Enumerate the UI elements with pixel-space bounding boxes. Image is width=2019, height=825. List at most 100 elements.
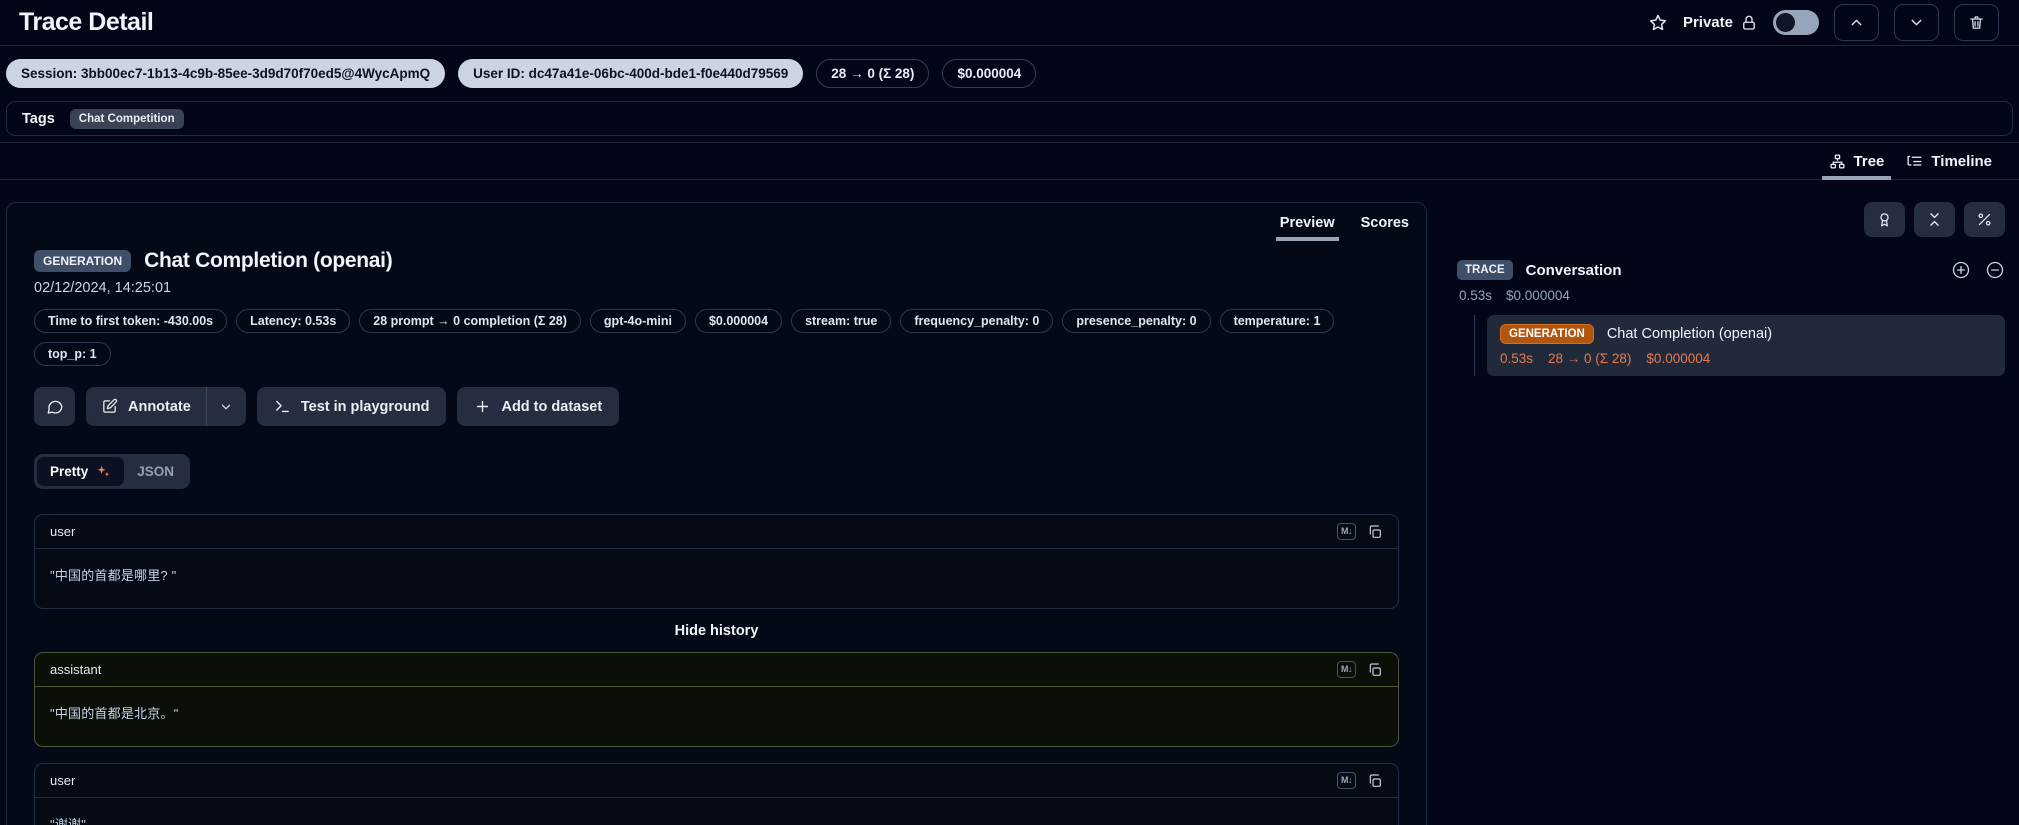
dataset-label: Add to dataset <box>501 399 602 415</box>
tab-tree[interactable]: Tree <box>1818 143 1896 179</box>
terminal-icon <box>274 398 291 415</box>
session-badge[interactable]: Session: 3bb00ec7-1b13-4c9b-85ee-3d9d70f… <box>6 59 445 88</box>
annotate-dropdown-button[interactable] <box>207 387 246 426</box>
cost-badge: $0.000004 <box>942 59 1036 88</box>
metric-pill: 28 prompt → 0 completion (Σ 28) <box>359 309 581 333</box>
metric-pill: Latency: 0.53s <box>236 309 350 333</box>
next-trace-button[interactable] <box>1894 4 1939 41</box>
tags-container: Tags Chat Competition <box>6 101 2013 136</box>
metric-pill: temperature: 1 <box>1220 309 1335 333</box>
message-header-icons: M↓ <box>1337 523 1383 540</box>
format-json-segment[interactable]: JSON <box>124 457 187 486</box>
message-header: assistant M↓ <box>35 653 1398 687</box>
token-usage-badge: 28 → 0 (Σ 28) <box>816 59 929 88</box>
metric-pill: Time to first token: -430.00s <box>34 309 227 333</box>
content-area: Preview Scores GENERATION Chat Completio… <box>0 180 2019 825</box>
test-in-playground-button[interactable]: Test in playground <box>257 387 447 426</box>
message-header: user M↓ <box>35 764 1398 798</box>
generation-tokens: 28 → 0 (Σ 28) <box>1548 351 1631 366</box>
tree-toolbar <box>1457 202 2005 237</box>
metric-pill: stream: true <box>791 309 891 333</box>
pen-square-icon <box>101 398 118 415</box>
toggle-percentages-button[interactable] <box>1964 202 2005 237</box>
message-content: "中国的首都是哪里? " <box>35 549 1398 608</box>
message-role: user <box>50 524 75 539</box>
bookmark-star-icon[interactable] <box>1648 13 1668 33</box>
view-tabs: Tree Timeline <box>0 142 2019 180</box>
sparkles-icon <box>96 464 111 479</box>
observation-header: GENERATION Chat Completion (openai) <box>34 249 1399 273</box>
markdown-toggle-icon[interactable]: M↓ <box>1337 661 1356 678</box>
tab-scores[interactable]: Scores <box>1348 204 1422 241</box>
trace-latency: 0.53s <box>1459 288 1492 303</box>
format-pretty-segment[interactable]: Pretty <box>37 457 124 486</box>
message-content: "谢谢" <box>35 798 1398 825</box>
generation-cost: $0.000004 <box>1646 351 1710 366</box>
tab-preview[interactable]: Preview <box>1267 204 1348 241</box>
message-header-icons: M↓ <box>1337 772 1383 789</box>
preview-tabs: Preview Scores <box>7 203 1426 241</box>
generation-latency: 0.53s <box>1500 351 1533 366</box>
toggle-knob <box>1776 13 1795 32</box>
trace-type-badge: TRACE <box>1457 260 1513 280</box>
circle-plus-icon[interactable] <box>1951 260 1971 280</box>
meta-badges-row: Session: 3bb00ec7-1b13-4c9b-85ee-3d9d70f… <box>0 46 2019 99</box>
generation-node-header: GENERATION Chat Completion (openai) <box>1500 324 1992 344</box>
page-title: Trace Detail <box>19 8 153 37</box>
chevron-down-icon <box>1908 14 1925 31</box>
delete-trace-button[interactable] <box>1954 4 1999 41</box>
chat-bubble-icon <box>46 398 64 416</box>
message-card: user M↓ "中国的首都是哪里? " <box>34 514 1399 609</box>
message-card: user M↓ "谢谢" <box>34 763 1399 825</box>
metric-pills: Time to first token: -430.00s Latency: 0.… <box>34 309 1364 366</box>
metric-pill: gpt-4o-mini <box>590 309 686 333</box>
tree-node-generation-selected[interactable]: GENERATION Chat Completion (openai) 0.53… <box>1487 315 2005 376</box>
metric-pill: $0.000004 <box>695 309 782 333</box>
comments-button[interactable] <box>34 387 75 426</box>
add-to-dataset-button[interactable]: Add to dataset <box>457 387 619 426</box>
user-id-badge[interactable]: User ID: dc47a41e-06bc-400d-bde1-f0e440d… <box>458 59 803 88</box>
generation-type-badge: GENERATION <box>34 250 131 272</box>
lock-icon <box>1740 14 1758 32</box>
annotate-button[interactable]: Annotate <box>86 387 206 426</box>
trace-node-actions <box>1951 260 2005 280</box>
metric-pill: top_p: 1 <box>34 342 111 366</box>
metric-pill: frequency_penalty: 0 <box>900 309 1053 333</box>
tag-pill[interactable]: Chat Competition <box>70 109 184 129</box>
tree-icon <box>1829 153 1846 170</box>
tab-timeline[interactable]: Timeline <box>1895 143 2003 179</box>
copy-icon[interactable] <box>1367 524 1383 540</box>
observation-preview-card: Preview Scores GENERATION Chat Completio… <box>6 202 1427 825</box>
privacy-label: Private <box>1683 14 1733 31</box>
message-role: user <box>50 773 75 788</box>
trace-metrics: 0.53s $0.000004 <box>1457 288 2005 303</box>
observation-timestamp: 02/12/2024, 14:25:01 <box>34 280 1399 296</box>
generation-node-title: Chat Completion (openai) <box>1607 326 1772 342</box>
message-card: assistant M↓ "中国的首都是北京。" <box>34 652 1399 747</box>
trace-tree-panel: TRACE Conversation 0.53s $0.000004 GENER… <box>1457 202 2009 376</box>
top-bar: Trace Detail Private <box>0 0 2019 46</box>
circle-minus-icon[interactable] <box>1985 260 2005 280</box>
tab-tree-label: Tree <box>1854 153 1885 170</box>
tags-list: Chat Competition <box>70 109 184 129</box>
percent-icon <box>1976 211 1993 228</box>
message-header-icons: M↓ <box>1337 661 1383 678</box>
collapse-all-button[interactable] <box>1914 202 1955 237</box>
previous-trace-button[interactable] <box>1834 4 1879 41</box>
trash-icon <box>1968 14 1985 31</box>
copy-icon[interactable] <box>1367 662 1383 678</box>
toggle-scores-button[interactable] <box>1864 202 1905 237</box>
messages-list: user M↓ "中国的首都是哪里? " Hide history assist… <box>34 514 1399 825</box>
tree-node-trace[interactable]: TRACE Conversation <box>1457 260 2005 280</box>
privacy-control: Private <box>1683 14 1758 32</box>
markdown-toggle-icon[interactable]: M↓ <box>1337 772 1356 789</box>
markdown-toggle-icon[interactable]: M↓ <box>1337 523 1356 540</box>
copy-icon[interactable] <box>1367 773 1383 789</box>
tree-children: GENERATION Chat Completion (openai) 0.53… <box>1474 315 2005 376</box>
generation-node-metrics: 0.53s 28 → 0 (Σ 28) $0.000004 <box>1500 351 1992 366</box>
observation-title: Chat Completion (openai) <box>144 249 392 273</box>
hide-history-button[interactable]: Hide history <box>34 609 1399 652</box>
privacy-toggle[interactable] <box>1773 10 1819 35</box>
annotate-split-button: Annotate <box>86 387 246 426</box>
plus-icon <box>474 398 491 415</box>
